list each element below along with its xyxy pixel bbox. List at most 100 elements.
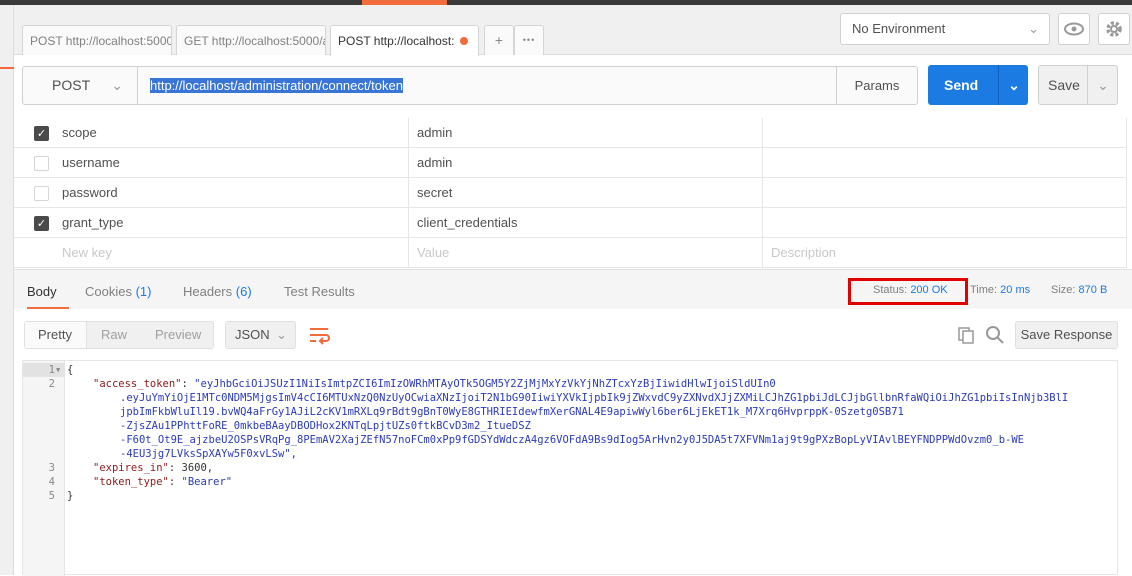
json-string: "Bearer" [181,476,233,488]
param-key[interactable]: username [62,148,120,178]
param-row: ✓ grant_type client_credentials [14,208,1127,238]
column-divider [1126,208,1127,238]
save-button-label: Save [1048,77,1080,93]
send-button[interactable]: Send ⌄ [928,65,1028,105]
json-number: 3600, [181,462,214,474]
request-tabs-bar: POST http://localhost:5000/ GET http://l… [14,5,1132,56]
environment-quick-look-button[interactable] [1058,13,1090,45]
request-tab-3[interactable]: POST http://localhost: [330,25,479,56]
save-button[interactable]: Save ⌄ [1038,65,1118,105]
param-value[interactable]: secret [417,178,452,208]
preview-button[interactable]: Preview [155,322,201,348]
response-tabs-bar: Body Cookies (1) Headers (6) Test Result… [14,269,1132,310]
json-key: "access_token" [93,378,182,390]
param-value[interactable]: client_credentials [417,208,517,238]
json-string-continuation: -4EU3jg7LVksSpXAYw5F0xvLSw", [120,448,298,460]
json-string: "eyJhbGciOiJSUzI1NiIsImtpZCI6ImIzOWRhMTA… [194,378,776,390]
response-body-editor[interactable]: 1 ▼ 2 3 4 5 { "access_token": "eyJhbGciO… [22,360,1118,576]
new-tab-button[interactable]: + [484,25,514,55]
fold-arrow-icon[interactable]: ▼ [56,363,60,377]
request-tab-2[interactable]: GET http://localhost:5000/a [176,25,326,55]
send-divider [998,65,999,105]
method-select-value: POST [52,77,91,93]
column-divider [762,238,763,268]
line-number: 4 [48,476,55,488]
request-tab-3-label: POST http://localhost: [338,34,455,48]
pretty-button[interactable]: Pretty [25,322,87,348]
gear-icon [1106,21,1122,37]
search-icon [986,326,1004,344]
column-divider [408,208,409,238]
json-expires-in-line: "expires_in": 3600, [93,462,214,474]
json-key: "expires_in" [93,462,169,474]
json-token-type-line: "token_type": "Bearer" [93,476,233,488]
param-key[interactable]: scope [62,118,97,148]
param-value[interactable]: admin [417,118,452,148]
column-divider [1126,178,1127,208]
response-size: Size: 870 B [1051,270,1107,310]
json-string-continuation: .eyJuYmYiOjE1MTc0NDM5MjgsImV4cCI6MTUxNzQ… [120,392,1069,404]
unsaved-dot-icon [460,37,468,45]
param-checkbox[interactable] [34,156,49,171]
json-string-continuation: -F60t_Ot9E_ajzbeU2OSPsVRqPg_8PEmAV2XajZE… [120,434,1024,446]
tab-test-results[interactable]: Test Results [284,270,355,314]
param-value[interactable]: admin [417,148,452,178]
send-options-chevron-icon[interactable]: ⌄ [1002,65,1026,105]
json-string-continuation: -ZjsZAu1PPhttFoRE_0mkbeBAayDBODHox2KNTqL… [120,420,531,432]
format-type-select[interactable]: JSON ⌄ [225,321,296,349]
param-checkbox[interactable]: ✓ [34,216,49,231]
status-highlight-box [848,278,968,305]
column-divider [408,148,409,178]
line-number: 2 [48,378,55,390]
chevron-down-icon: ⌄ [276,327,287,342]
search-response-button[interactable] [985,325,1005,345]
request-tab-1[interactable]: POST http://localhost:5000/ [22,25,172,55]
column-divider [762,208,763,238]
wrap-lines-button[interactable] [306,321,334,349]
chevron-down-icon: ⌄ [111,77,123,93]
ellipsis-icon: ••• [522,35,536,45]
column-divider [762,148,763,178]
param-row: ✓ scope admin [14,118,1127,148]
column-divider [1126,148,1127,178]
request-url-bar: POST ⌄ http://localhost/administration/c… [14,56,1132,118]
url-input[interactable]: http://localhost/administration/connect/… [138,66,838,105]
save-response-button[interactable]: Save Response [1015,321,1118,349]
url-input-value: http://localhost/administration/connect/… [150,78,403,93]
new-param-row: New key Value Description [14,238,1127,268]
param-key[interactable]: password [62,178,118,208]
send-button-label: Send [944,77,979,93]
params-button[interactable]: Params [836,66,918,105]
copy-icon [958,327,974,344]
param-checkbox[interactable] [34,186,49,201]
tab-headers[interactable]: Headers (6) [183,270,252,314]
json-string-continuation: jpbImFkbWluIl19.bvWQ4aFrGy1AJiL2cKV1mRXL… [120,406,904,418]
tab-headers-label: Headers [183,284,233,299]
raw-button[interactable]: Raw [101,322,127,348]
param-checkbox[interactable]: ✓ [34,126,49,141]
copy-response-button[interactable] [956,325,976,345]
method-select[interactable]: POST ⌄ [22,66,138,105]
column-divider [408,178,409,208]
tab-cookies[interactable]: Cookies (1) [85,270,151,314]
time-value: 20 ms [1000,284,1031,296]
param-key[interactable]: grant_type [62,208,123,238]
size-value: 870 B [1078,284,1108,296]
format-type-value: JSON [235,327,270,342]
line-number-gutter: 1 ▼ 2 3 4 5 [23,361,65,576]
chevron-down-icon: ⌄ [1028,21,1039,36]
column-divider [408,238,409,268]
new-key-input[interactable]: New key [62,238,112,268]
manage-environments-button[interactable] [1098,13,1130,45]
line-number: 1 [48,364,55,376]
new-value-input[interactable]: Value [417,238,449,268]
new-description-input[interactable]: Description [771,238,836,268]
plus-icon: + [494,32,504,48]
time-label: Time: [970,284,998,296]
column-divider [762,178,763,208]
sidebar-edge [0,5,14,575]
save-options-chevron-icon[interactable]: ⌄ [1091,66,1115,104]
tab-options-button[interactable]: ••• [514,25,544,55]
size-label: Size: [1051,284,1076,296]
environment-select[interactable]: No Environment ⌄ [840,13,1050,45]
